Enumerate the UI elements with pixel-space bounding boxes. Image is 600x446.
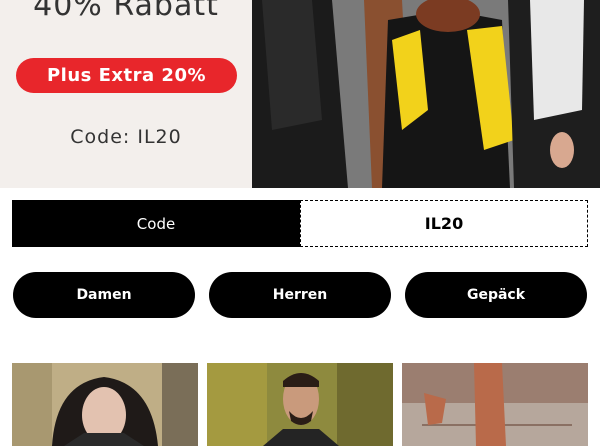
hero-models-image	[252, 0, 600, 188]
boots-photo-image	[402, 363, 588, 446]
category-button-herren[interactable]: Herren	[209, 272, 391, 318]
category-button-gepaeck[interactable]: Gepäck	[405, 272, 587, 318]
hero-headline: 40% Rabatt	[33, 0, 219, 23]
category-button-damen[interactable]: Damen	[13, 272, 195, 318]
hero-extra-badge: Plus Extra 20%	[16, 58, 237, 93]
hero-code-text: Code: IL20	[70, 126, 182, 148]
hero-banner[interactable]: 40% Rabatt Plus Extra 20% Code: IL20	[0, 0, 600, 188]
man-photo-image	[207, 363, 393, 446]
hero-photo	[252, 0, 600, 188]
promo-code-value[interactable]: IL20	[300, 200, 588, 247]
promo-code-label: Code	[12, 200, 300, 247]
hero-text-panel: 40% Rabatt Plus Extra 20% Code: IL20	[0, 0, 252, 188]
category-tile-herren[interactable]	[207, 363, 393, 446]
category-tile-gepaeck[interactable]	[402, 363, 588, 446]
category-tile-damen[interactable]	[12, 363, 198, 446]
promo-code-row[interactable]: Code IL20	[12, 200, 588, 247]
woman-photo-image	[12, 363, 198, 446]
